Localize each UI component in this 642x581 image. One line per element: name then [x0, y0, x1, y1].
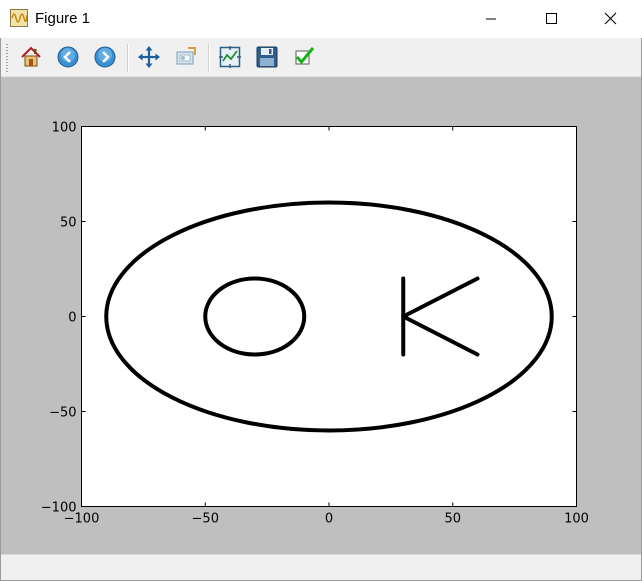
- status-bar: [1, 554, 641, 581]
- x-tick-label: −50: [192, 512, 219, 527]
- x-tick-labels: −100 −50 0 50 100: [64, 512, 589, 527]
- y-tick-label: 0: [68, 311, 76, 326]
- y-tick-label: −50: [49, 406, 76, 421]
- x-tick-label: 100: [564, 512, 589, 527]
- window-border-left: [0, 38, 1, 581]
- y-tick-label: 50: [60, 216, 77, 231]
- figure-window: Figure 1 −100 −50 0 50 100 100 50 0 −50 …: [0, 0, 642, 581]
- y-tick-labels: 100 50 0 −50 −100: [41, 121, 77, 516]
- y-tick-label: 100: [52, 121, 77, 136]
- y-tick-label: −100: [41, 501, 77, 516]
- x-tick-label: 50: [444, 512, 461, 527]
- x-tick-label: 0: [325, 512, 333, 527]
- plot-layer: −100 −50 0 50 100 100 50 0 −50 −100: [41, 121, 589, 527]
- axes-area[interactable]: [81, 126, 577, 507]
